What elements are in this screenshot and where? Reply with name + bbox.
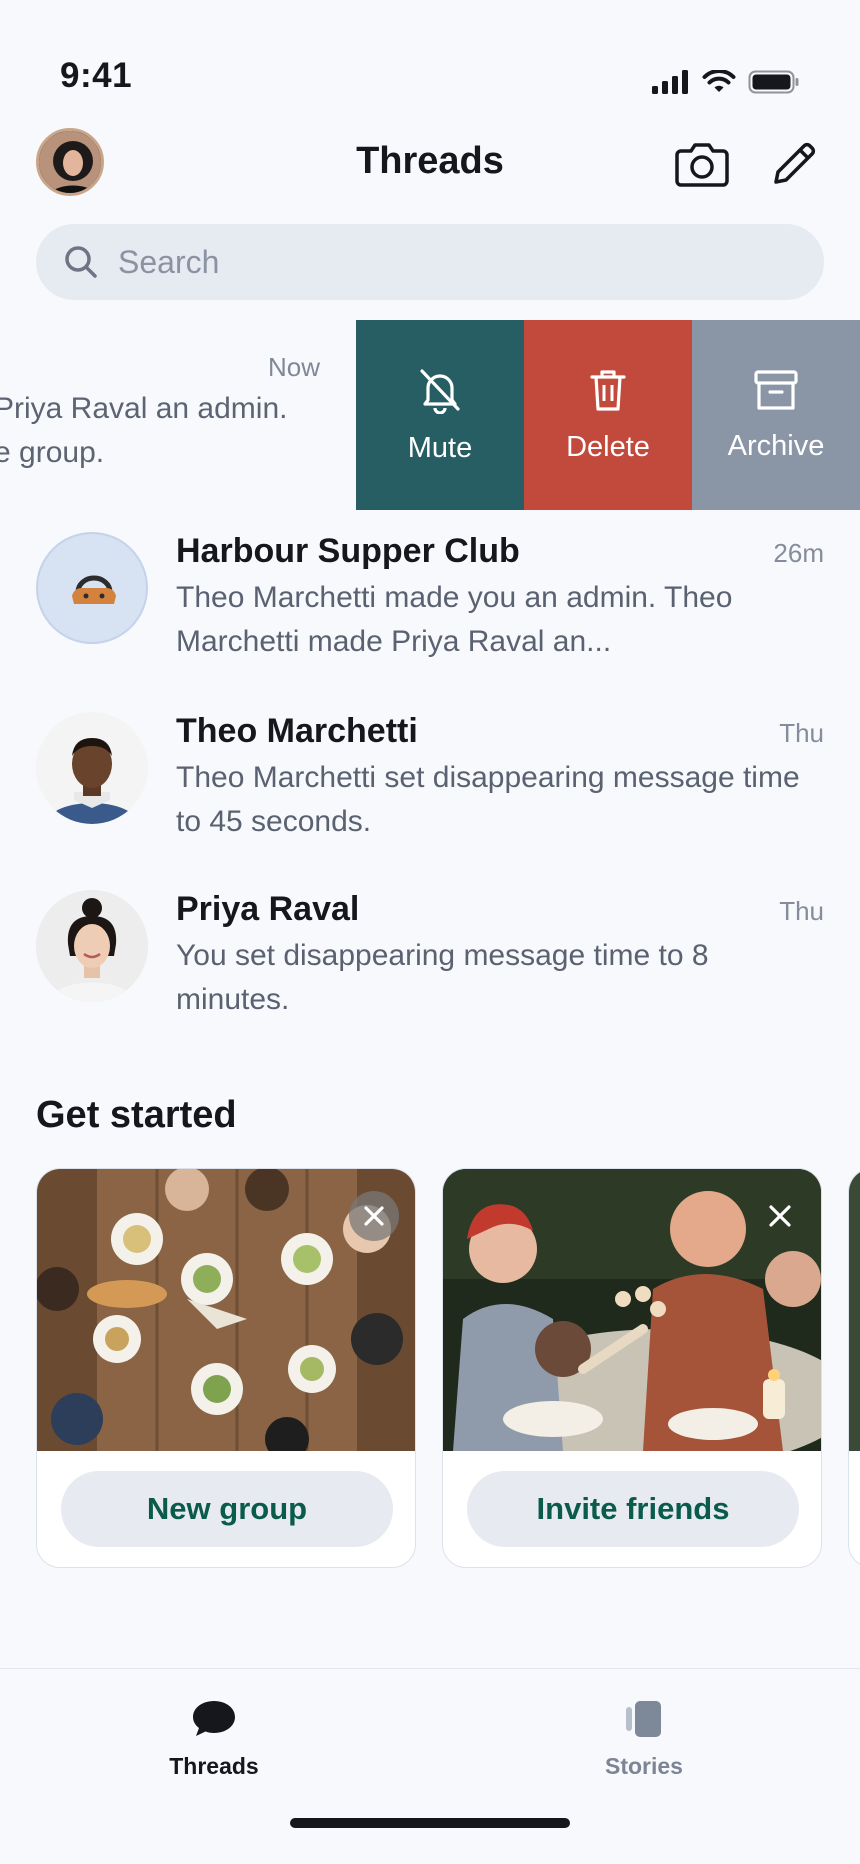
avatar xyxy=(36,890,148,1002)
thread-preview-line: e group. xyxy=(0,436,105,469)
tab-bar: Threads Stories xyxy=(0,1668,860,1864)
invite-friends-button[interactable]: Invite friends xyxy=(467,1471,799,1547)
tab-label: Stories xyxy=(605,1753,683,1779)
signal-icon xyxy=(652,70,688,94)
tab-stories[interactable]: Stories xyxy=(544,1699,744,1780)
camera-icon xyxy=(675,143,729,187)
archive-label: Archive xyxy=(727,429,825,462)
tab-threads[interactable]: Threads xyxy=(114,1699,314,1780)
mute-label: Mute xyxy=(407,431,473,464)
swiped-thread-row[interactable]: Now Priya Raval an admin. e group. Mute … xyxy=(0,320,860,510)
status-icons xyxy=(652,70,800,94)
tab-label: Threads xyxy=(169,1753,259,1779)
camera-button[interactable] xyxy=(672,134,732,194)
bell-slash-icon xyxy=(420,368,460,414)
delete-label: Delete xyxy=(566,430,650,463)
home-indicator[interactable] xyxy=(290,1818,570,1828)
thread-row-theo-marchetti[interactable]: Theo Marchetti Thu Theo Marchetti set di… xyxy=(0,712,860,882)
search-icon xyxy=(65,246,97,278)
thread-preview: Theo Marchetti set disappearing message … xyxy=(176,761,800,838)
wifi-icon xyxy=(702,70,736,92)
thread-time: Now xyxy=(267,352,320,382)
status-bar: 9:41 xyxy=(0,0,860,120)
close-icon xyxy=(364,1206,384,1226)
thread-name: Harbour Supper Club xyxy=(176,532,520,570)
chat-bubble-icon xyxy=(193,1701,235,1736)
thread-row-priya-raval[interactable]: Priya Raval Thu You set disappearing mes… xyxy=(0,890,860,1060)
close-icon xyxy=(769,1205,791,1227)
swiped-thread-content[interactable]: Now Priya Raval an admin. e group. xyxy=(0,320,356,510)
thread-preview-line: Priya Raval an admin. xyxy=(0,392,288,425)
get-started-carousel[interactable]: New group Invite friends xyxy=(0,1168,860,1568)
stories-icon xyxy=(626,1701,661,1737)
section-title-get-started: Get started xyxy=(36,1094,237,1136)
invite-friends-card: Invite friends xyxy=(442,1168,822,1568)
delete-action-button[interactable]: Delete xyxy=(524,320,692,510)
new-group-card: New group xyxy=(36,1168,416,1568)
next-card-peek[interactable] xyxy=(848,1168,860,1568)
group-avatar xyxy=(36,532,148,644)
mute-action-button[interactable]: Mute xyxy=(356,320,524,510)
thread-row-harbour-supper-club[interactable]: Harbour Supper Club 26m Theo Marchetti m… xyxy=(0,532,860,702)
thread-preview: You set disappearing message time to 8 m… xyxy=(176,939,709,1016)
thread-time: 26m xyxy=(773,538,824,568)
status-time: 9:41 xyxy=(60,56,133,95)
thread-time: Thu xyxy=(779,718,824,748)
archive-action-button[interactable]: Archive xyxy=(692,320,860,510)
compose-button[interactable] xyxy=(764,134,824,194)
header: Threads xyxy=(0,120,860,210)
thread-name: Priya Raval xyxy=(176,890,360,928)
dismiss-card-button[interactable] xyxy=(755,1191,805,1241)
new-group-button[interactable]: New group xyxy=(61,1471,393,1547)
thread-name: Theo Marchetti xyxy=(176,712,418,750)
thread-preview: Theo Marchetti made you an admin. Theo M… xyxy=(176,581,733,658)
battery-icon xyxy=(748,70,799,94)
avatar xyxy=(36,712,148,824)
card-image xyxy=(849,1169,860,1451)
search-placeholder: Search xyxy=(118,243,220,280)
pencil-icon xyxy=(774,142,816,184)
thread-time: Thu xyxy=(779,896,824,926)
archive-icon xyxy=(754,369,798,410)
dismiss-card-button[interactable] xyxy=(349,1191,399,1241)
trash-icon xyxy=(590,369,626,411)
search-input[interactable]: Search xyxy=(36,224,824,300)
